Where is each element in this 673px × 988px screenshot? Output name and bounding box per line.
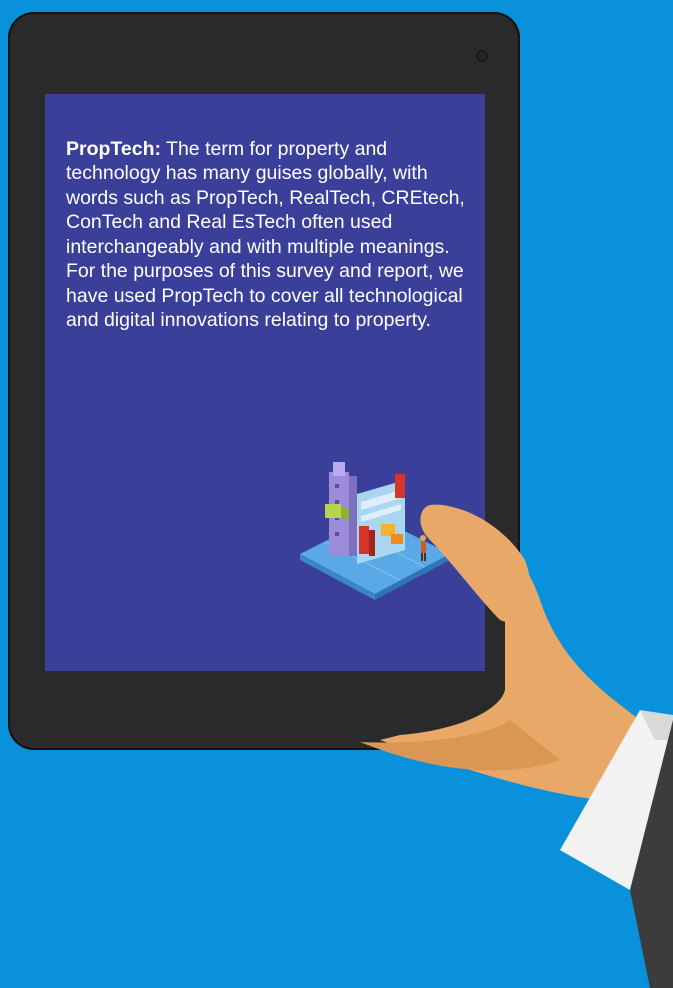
definition-body: The term for property and technology has…: [66, 137, 465, 332]
scene: PropTech: The term for property and tech…: [0, 0, 673, 988]
definition-term: PropTech:: [66, 137, 161, 160]
camera-icon: [476, 50, 488, 62]
definition-text: PropTech: The term for property and tech…: [66, 137, 471, 333]
tablet-screen: PropTech: The term for property and tech…: [45, 94, 485, 671]
building-blocks-illustration: [300, 462, 450, 600]
